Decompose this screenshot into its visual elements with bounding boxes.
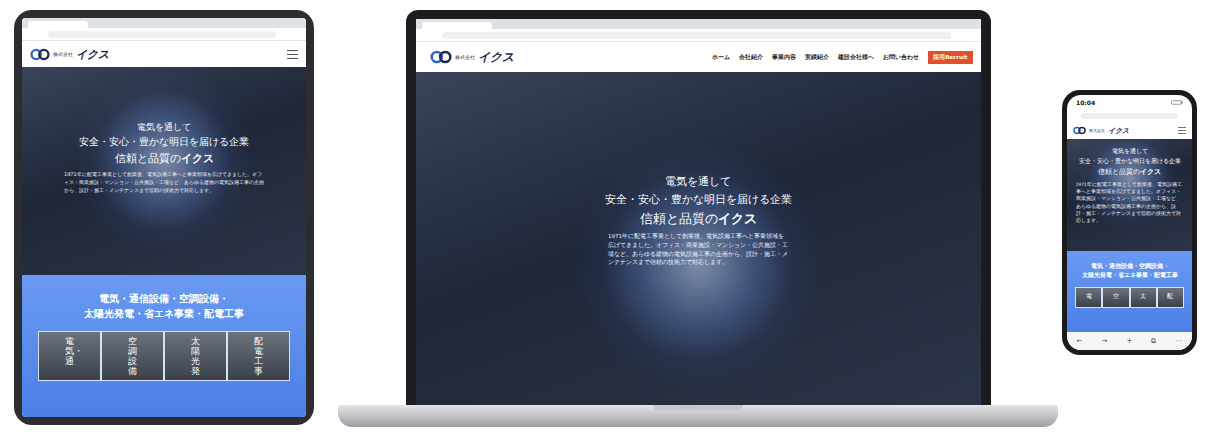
address-bar[interactable] [1067,109,1192,122]
site-header: 株式会社イクス [1067,122,1192,139]
nav-item[interactable]: お問い合わせ [883,54,919,61]
nav-item[interactable]: ホーム [712,54,730,61]
address-bar[interactable] [48,31,276,38]
tab-bar [22,18,306,28]
hero-line: 安全・安心・豊かな明日を届ける企業 [605,192,792,207]
logo-name: イクス [1108,126,1129,136]
service-card-label: 太陽光発 [191,337,200,377]
hero: 電気を通して安全・安心・豊かな明日を届ける企業信頼と品質のイクス 1971年に配電… [416,72,981,405]
address-row [22,28,306,41]
logo-icon [30,48,50,61]
service-cards: 電空太配 [1071,287,1188,308]
recruit-button[interactable]: 採用Recruit [928,51,972,64]
logo[interactable]: 株式会社イクス [1073,126,1129,136]
service-card-label: 空調設備 [128,337,137,377]
services-band: 電気・通信設備・空調設備・太陽光発電・省エネ事業・配電工事電気・通 空調設備 太陽光… [22,275,306,417]
browser-chrome [22,18,306,41]
phone-screen: 10:04 株式会社イクス電気を通して安全・安心・豊かな明日を届ける企業信頼と品質… [1067,95,1192,350]
service-card[interactable]: 電 [1075,287,1102,308]
service-card[interactable]: 空 [1102,287,1129,308]
service-card[interactable]: 配電工事 [227,331,290,381]
laptop-notch [653,405,743,411]
service-card-label: 電気・通 [65,337,74,377]
nav-item[interactable]: 会社紹介 [739,54,763,61]
hero-title: 信頼と品質のイクス [1098,167,1161,177]
browser-toolbar: ← → + ⧉ ⋯ [1067,332,1192,350]
status-time: 10:04 [1076,99,1095,106]
menu-icon[interactable] [1178,127,1186,134]
address-row [416,29,981,42]
service-card[interactable]: 配 [1157,287,1184,308]
service-card[interactable]: 太 [1130,287,1157,308]
status-bar: 10:04 [1067,95,1192,109]
tablet-screen: 株式会社イクス電気を通して安全・安心・豊かな明日を届ける企業信頼と品質のイクス 1… [22,18,306,417]
logo-name: イクス [76,47,109,62]
laptop: 株式会社イクス ホーム 会社紹介 事業内容 実績紹介 建設会社様へ お問い合わせ 採用Recr… [338,10,1058,427]
hero: 電気を通して安全・安心・豊かな明日を届ける企業信頼と品質のイクス 1971年に配電… [1067,139,1192,251]
service-card[interactable]: 電気・通 [38,331,101,381]
hero: 電気を通して安全・安心・豊かな明日を届ける企業信頼と品質のイクス 1971年に配電… [22,67,306,275]
nav-item[interactable]: 建設会社様へ [838,54,874,61]
url-field[interactable] [1081,113,1178,119]
logo-prefix: 株式会社 [53,51,73,57]
toolbar-button[interactable]: ⋯ [1175,337,1182,345]
menu-icon[interactable] [287,50,298,59]
laptop-screen: 株式会社イクス ホーム 会社紹介 事業内容 実績紹介 建設会社様へ お問い合わせ 採用Recr… [416,19,981,405]
address-bar[interactable] [442,32,951,39]
hero-line: 安全・安心・豊かな明日を届ける企業 [79,136,249,149]
service-card[interactable]: 太陽光発 [164,331,227,381]
service-cards: 電気・通 空調設備 太陽光発 配電工事 [32,331,296,381]
logo[interactable]: 株式会社イクス [430,49,514,66]
toolbar-button[interactable]: ⧉ [1151,337,1156,345]
tab-bar [416,19,981,29]
hero-body: 1971年に配電工事業として創業後、電気設備工事へと事業領域を広げてきました。オ… [1076,181,1184,224]
logo-icon [1073,126,1086,135]
browser-chrome [416,19,981,42]
logo[interactable]: 株式会社イクス [30,47,109,62]
logo-icon [430,50,452,64]
logo-name: イクス [478,49,514,66]
battery-icon [1171,100,1183,105]
tablet: 株式会社イクス電気を通して安全・安心・豊かな明日を届ける企業信頼と品質のイクス 1… [14,10,314,425]
main-nav: ホーム 会社紹介 事業内容 実績紹介 建設会社様へ お問い合わせ 採用Recruit [712,51,972,64]
hero-title: 信頼と品質のイクス [640,210,757,228]
hero-title: 信頼と品質のイクス [115,151,214,166]
service-card[interactable]: 空調設備 [101,331,164,381]
nav-item[interactable]: 事業内容 [772,54,796,61]
hero-body: 1971年に配電工事業として創業後、電気設備工事へと事業領域を広げてきました。オ… [608,232,788,267]
logo-prefix: 株式会社 [1089,129,1105,133]
site-header: 株式会社イクス [22,41,306,67]
hero-line: 安全・安心・豊かな明日を届ける企業 [1079,157,1181,166]
toolbar-button[interactable]: → [1101,337,1107,345]
nav-item[interactable]: 実績紹介 [805,54,829,61]
toolbar-button[interactable]: ← [1077,337,1083,345]
site-header: 株式会社イクス ホーム 会社紹介 事業内容 実績紹介 建設会社様へ お問い合わせ 採用Recr… [416,42,981,72]
service-card-label: 配電工事 [254,337,263,377]
services-band: 電気・通信設備・空調設備・太陽光発電・省エネ事業・配電工事電空太配 [1067,251,1192,332]
device-mockups: 株式会社イクス電気を通して安全・安心・豊かな明日を届ける企業信頼と品質のイクス1… [0,0,1205,441]
logo-prefix: 株式会社 [455,54,475,60]
browser-tab[interactable] [422,22,492,29]
laptop-base [338,405,1058,427]
services-title: 電気・通信設備・空調設備・太陽光発電・省エネ事業・配電工事 [1071,261,1188,279]
hero-line: 電気を通して [1112,147,1148,156]
toolbar-button[interactable]: + [1126,337,1132,345]
services-title: 電気・通信設備・空調設備・太陽光発電・省エネ事業・配電工事 [32,291,296,321]
browser-tab[interactable] [28,21,88,28]
hero-body: 1971年に配電工事業として創業後、電気設備工事へと事業領域を広げてきました。オ… [64,170,264,194]
laptop-lid: 株式会社イクス ホーム 会社紹介 事業内容 実績紹介 建設会社様へ お問い合わせ 採用Recr… [406,10,991,405]
phone: 10:04 株式会社イクス電気を通して安全・安心・豊かな明日を届ける企業信頼と品質… [1062,90,1197,355]
hero-line: 電気を通して [137,121,191,134]
hero-line: 電気を通して [665,174,731,189]
